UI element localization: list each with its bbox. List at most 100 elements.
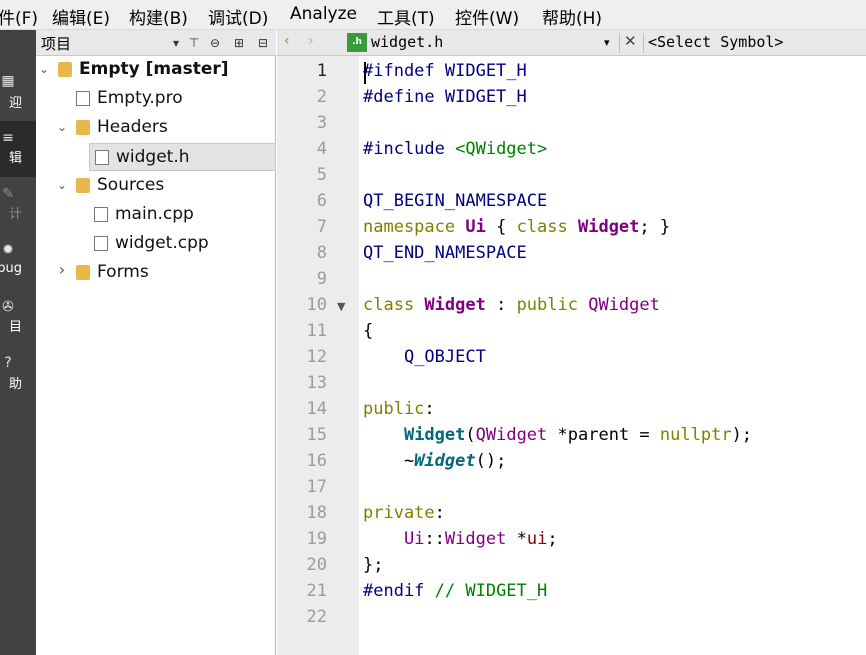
help-icon: ? — [4, 355, 12, 371]
code-token: ; } — [639, 217, 671, 237]
file-dropdown-icon[interactable]: ▾ — [604, 36, 610, 49]
code-token: parent — [567, 425, 630, 445]
code-token: { — [485, 217, 517, 237]
mode-label: 目 — [8, 320, 22, 335]
line-number: 22 — [306, 607, 327, 627]
tree-item-label: Empty.pro — [97, 88, 183, 108]
code-token: }; — [363, 555, 384, 575]
chevron-down-icon[interactable]: ⌄ — [56, 119, 68, 135]
mode-label: 辑 — [8, 151, 22, 166]
line-number: 5 — [316, 165, 327, 185]
code-line[interactable]: #define WIDGET_H — [363, 87, 527, 107]
line-number: 19 — [306, 529, 327, 549]
mode-welcome[interactable]: ▦ 迎 — [0, 64, 36, 120]
menu-file[interactable]: 件(F) — [0, 4, 38, 29]
code-token: QWidget — [588, 295, 660, 315]
forward-icon[interactable]: › — [308, 33, 314, 49]
tree-item-forms[interactable]: › Forms — [36, 259, 276, 287]
chevron-down-icon[interactable]: ⌄ — [56, 177, 68, 193]
tree-item-main-cpp[interactable]: main.cpp — [36, 201, 276, 229]
line-number: 10 — [306, 295, 327, 315]
code-token: Widget — [403, 425, 466, 445]
code-line[interactable]: #include <QWidget> — [363, 139, 547, 159]
code-line[interactable]: Q_OBJECT — [363, 347, 486, 367]
line-number: 11 — [306, 321, 327, 341]
close-panel-icon[interactable]: ⊟ — [255, 34, 271, 52]
project-panel-header: 项目 ▾ ⊤ ⊖ ⊞ ⊟ — [36, 30, 276, 56]
tree-item-widget-cpp[interactable]: widget.cpp — [36, 230, 276, 258]
filter-icon[interactable]: ⊤ — [186, 34, 202, 52]
editor-toolbar: ‹ › .h widget.h ▾ ✕ <Select Symbol> — [277, 30, 866, 56]
symbol-selector[interactable]: <Select Symbol> — [648, 33, 783, 51]
menu-analyze[interactable]: Analyze — [290, 4, 357, 24]
code-line[interactable]: QT_BEGIN_NAMESPACE — [363, 191, 547, 211]
line-number: 9 — [316, 269, 327, 289]
mode-projects[interactable]: ✇ 目 — [0, 290, 36, 346]
menu-controls[interactable]: 控件(W) — [455, 4, 519, 29]
code-token: : — [424, 399, 435, 419]
toolbar-separator — [643, 33, 644, 53]
tree-item-label: main.cpp — [115, 204, 194, 224]
code-line[interactable]: Ui::Widget *ui; — [363, 529, 558, 549]
file-selector[interactable]: widget.h — [371, 33, 443, 51]
menu-help[interactable]: 帮助(H) — [542, 4, 602, 29]
mode-design[interactable]: ✎ 计 — [0, 177, 36, 233]
code-token: class — [363, 295, 425, 315]
back-icon[interactable]: ‹ — [284, 33, 290, 49]
menu-build[interactable]: 构建(B) — [129, 4, 188, 29]
edit-icon: ≡ — [2, 130, 14, 146]
tree-item-headers[interactable]: ⌄ Headers — [36, 114, 276, 142]
code-editor[interactable]: #ifndef WIDGET_H #define WIDGET_H #include… — [359, 56, 866, 655]
mode-edit[interactable]: ≡ 辑 — [0, 121, 36, 177]
tree-item-empty-pro[interactable]: Empty.pro — [36, 85, 276, 113]
code-line[interactable]: namespace Ui { class Widget; } — [363, 217, 670, 237]
menu-bar: 件(F) 编辑(E) 构建(B) 调试(D) Analyze 工具(T) 控件(W) 帮助(H… — [0, 0, 866, 30]
line-number: 15 — [306, 425, 327, 445]
close-file-icon[interactable]: ✕ — [624, 32, 637, 50]
line-number: 1 — [316, 61, 327, 81]
line-number: 17 — [306, 477, 327, 497]
sources-folder-icon — [76, 178, 90, 193]
code-line[interactable]: QT_END_NAMESPACE — [363, 243, 527, 263]
cpp-file-icon — [94, 236, 108, 251]
header-file-icon: .h — [347, 33, 367, 52]
chevron-right-icon[interactable]: › — [56, 262, 68, 278]
mode-label: bug — [0, 261, 22, 276]
mode-label: 计 — [8, 207, 22, 222]
split-icon[interactable]: ⊞ — [231, 34, 247, 52]
tree-item-widget-h[interactable]: widget.h — [89, 143, 276, 171]
code-token: // WIDGET_H — [434, 581, 548, 601]
menu-debug[interactable]: 调试(D) — [208, 4, 268, 29]
code-line[interactable]: class Widget : public QWidget — [363, 295, 660, 315]
code-token: QWidget — [475, 425, 548, 445]
menu-edit[interactable]: 编辑(E) — [52, 4, 110, 29]
code-line[interactable]: #ifndef WIDGET_H — [363, 61, 527, 81]
menu-tools[interactable]: 工具(T) — [377, 4, 435, 29]
code-line[interactable]: Widget(QWidget *parent = nullptr); — [363, 425, 752, 445]
project-panel-title[interactable]: 项目 — [41, 33, 71, 54]
code-line[interactable]: }; — [363, 555, 383, 575]
mode-help[interactable]: ? 助 — [0, 346, 36, 402]
code-token: Widget — [577, 217, 640, 237]
link-icon[interactable]: ⊖ — [207, 34, 223, 52]
code-line[interactable]: public: — [363, 399, 435, 419]
line-number: 21 — [306, 581, 327, 601]
pencil-icon: ✎ — [2, 186, 14, 202]
tree-item-empty[interactable]: ⌄ Empty [master] — [36, 56, 276, 84]
forms-folder-icon — [76, 265, 90, 280]
chevron-down-icon[interactable]: ⌄ — [38, 61, 50, 77]
cpp-file-icon — [94, 207, 108, 222]
code-line[interactable]: private: — [363, 503, 445, 523]
project-tree: ⌄ Empty [master] Empty.pro ⌄ Headers widget.h… — [36, 56, 276, 655]
panel-dropdown-icon[interactable]: ▾ — [168, 34, 184, 52]
code-line[interactable]: #endif // WIDGET_H — [363, 581, 547, 601]
tree-item-label: Forms — [97, 262, 149, 282]
fold-marker-icon[interactable]: ▼ — [337, 300, 349, 313]
mode-debug[interactable]: ✹ bug — [0, 233, 36, 289]
tree-item-sources[interactable]: ⌄ Sources — [36, 172, 276, 200]
code-line[interactable]: { — [363, 321, 373, 341]
code-line[interactable]: ~Widget(); — [363, 451, 506, 471]
code-token: #endif — [363, 581, 435, 601]
